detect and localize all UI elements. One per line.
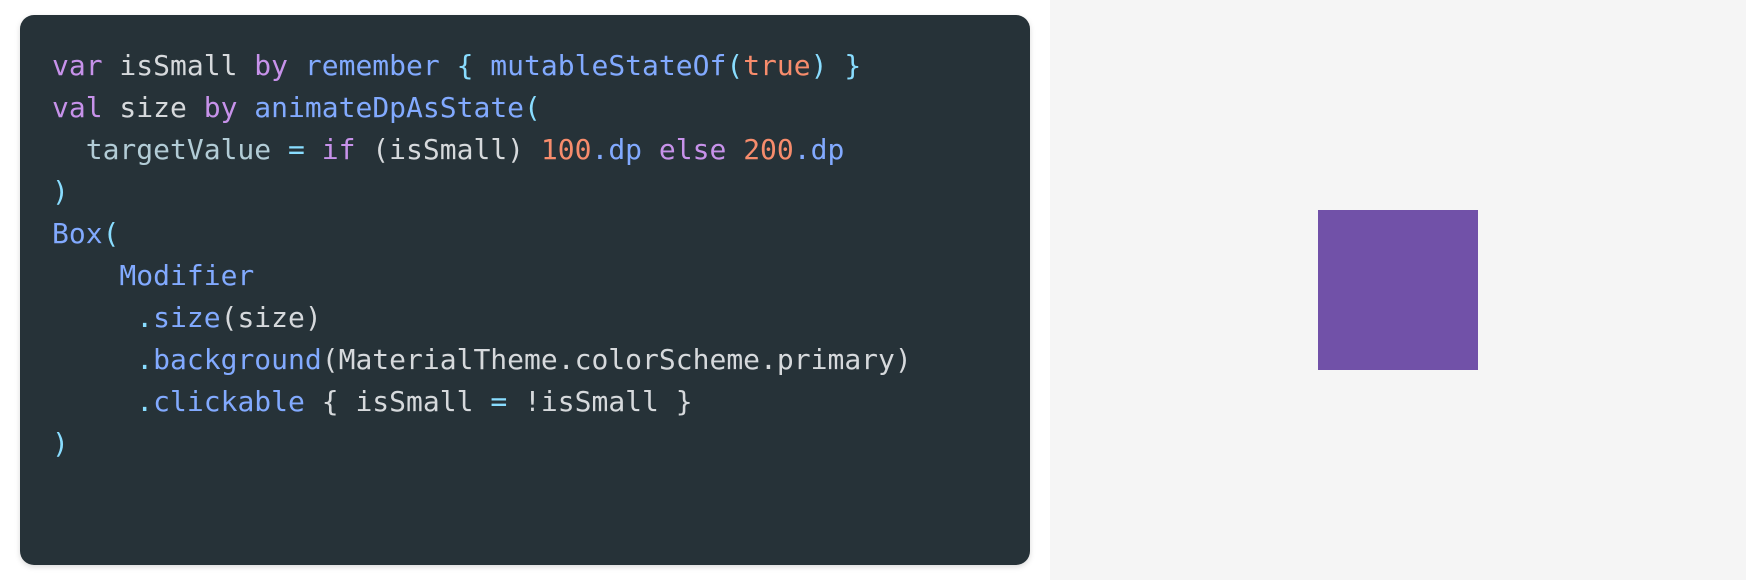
code-block: var isSmall by remember { mutableStateOf…	[20, 15, 1030, 565]
code-line-1: var isSmall by remember { mutableStateOf…	[52, 49, 861, 82]
code-line-9: .clickable { isSmall = !isSmall }	[52, 385, 693, 418]
code-line-8: .background(MaterialTheme.colorScheme.pr…	[52, 343, 912, 376]
code-line-6: Modifier	[52, 259, 254, 292]
code-line-7: .size(size)	[52, 301, 322, 334]
code-panel: var isSmall by remember { mutableStateOf…	[0, 0, 1050, 580]
code-line-5: Box(	[52, 217, 119, 250]
animated-box[interactable]	[1318, 210, 1478, 370]
code-line-10: )	[52, 427, 69, 460]
preview-panel	[1050, 0, 1746, 580]
code-line-2: val size by animateDpAsState(	[52, 91, 541, 124]
code-line-4: )	[52, 175, 69, 208]
code-line-3: targetValue = if (isSmall) 100.dp else 2…	[52, 133, 844, 166]
